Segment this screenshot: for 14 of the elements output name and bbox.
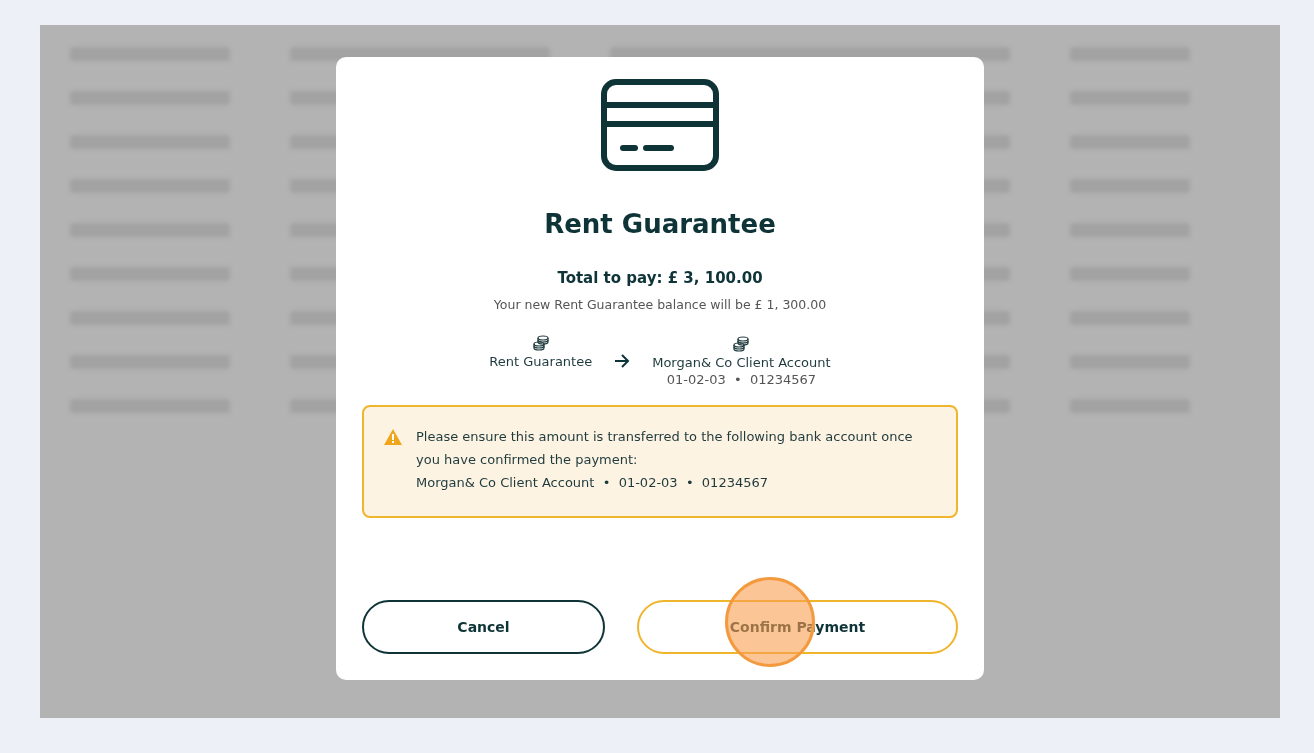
account-details: 01-02-03 • 01234567 xyxy=(666,371,817,387)
arrow-right-icon xyxy=(614,353,631,368)
destination-account: Morgan& Co Client Account xyxy=(652,354,831,370)
warning-icon xyxy=(384,429,402,445)
cancel-button[interactable]: Cancel xyxy=(362,600,605,654)
coins-icon xyxy=(531,334,550,352)
credit-card-icon xyxy=(601,79,719,171)
total-to-pay: Total to pay: £ 3, 100.00 xyxy=(557,269,763,287)
warning-message: Please ensure this amount is transferred to the following bank account once you have confirmed the payment: xyxy=(416,428,914,469)
source-account: Rent Guarantee xyxy=(489,354,593,369)
coins-icon xyxy=(732,334,751,353)
dialog-title: Rent Guarantee xyxy=(544,209,776,239)
balance-note: Your new Rent Guarantee balance will be £ 1, 300.00 xyxy=(493,297,827,312)
bank-account-details: Morgan& Co Client Account • 01-02-03 • 01234567 xyxy=(416,474,769,492)
